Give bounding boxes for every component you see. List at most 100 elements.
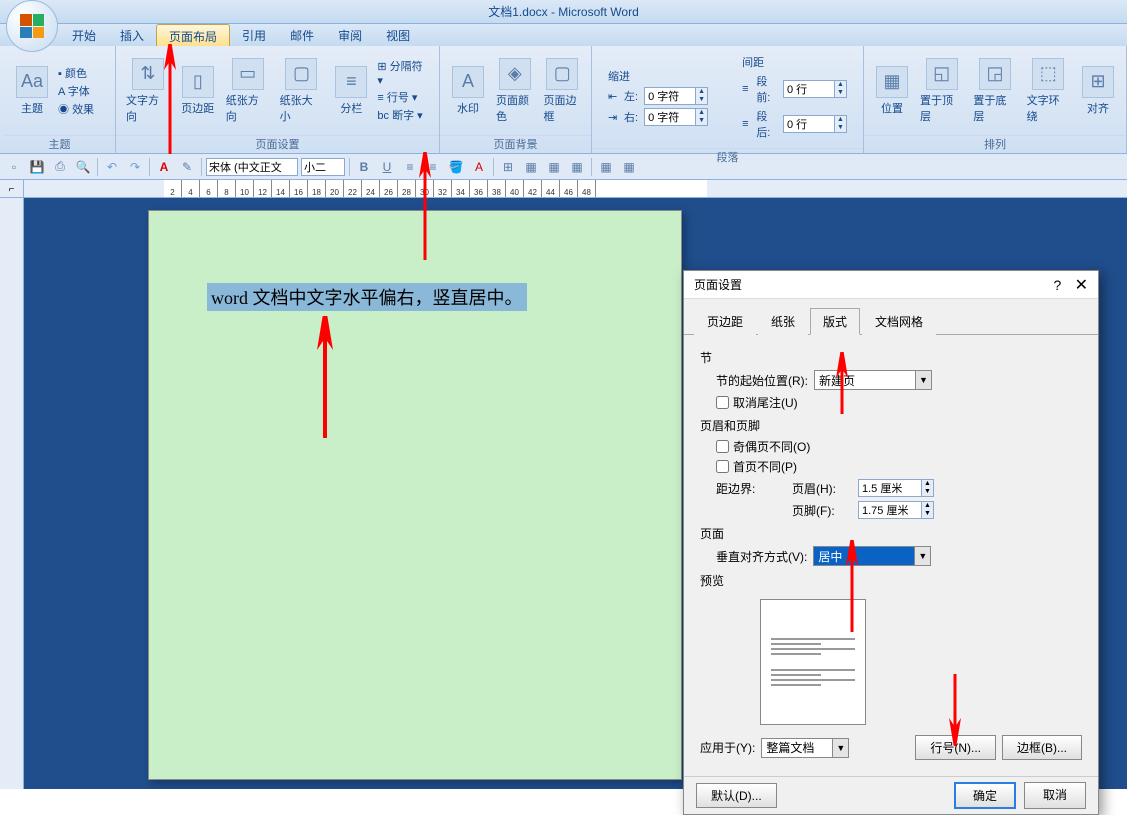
window-title: 文档1.docx - Microsoft Word [488,3,638,20]
tab-layout[interactable]: 版式 [810,308,860,335]
menu-page-layout[interactable]: 页面布局 [156,24,230,46]
ruler-tick: 46 [560,180,578,197]
indent-right-icon: ⇥ [608,111,618,124]
header-spinner[interactable]: ▲▼ [858,479,934,497]
spacing-after-spinner[interactable]: ▲▼ [783,115,847,133]
menu-view[interactable]: 视图 [374,24,422,46]
page-color-button[interactable]: ◈页面颜色 [494,56,536,126]
group-page-bg: 页面背景 [440,135,591,153]
header-label: 页眉(H): [792,480,852,497]
apply-to-combo[interactable]: ▼ [761,738,849,758]
qat-text-color[interactable]: A [469,157,489,177]
theme-fonts[interactable]: A 字体 [58,83,94,99]
qat-save[interactable]: 💾 [27,157,47,177]
page-heading: 页面 [700,525,1082,542]
tab-paper[interactable]: 纸张 [758,308,808,335]
default-button[interactable]: 默认(D)... [696,783,777,808]
size-icon: ▢ [285,58,317,90]
borders-dialog-button[interactable]: 边框(B)... [1002,735,1082,760]
cancel-button[interactable]: 取消 [1024,782,1086,809]
qat-undo[interactable]: ↶ [102,157,122,177]
group-arrange: 排列 [864,135,1126,153]
qat-delete-row[interactable]: ▦ [544,157,564,177]
breaks-button[interactable]: ⊞ 分隔符 ▾ [377,58,431,87]
chevron-down-icon[interactable]: ▼ [832,739,848,757]
tab-grid[interactable]: 文档网格 [862,308,936,335]
columns-button[interactable]: ≡分栏 [331,64,371,118]
text-wrap-button[interactable]: ⬚文字环绕 [1025,56,1072,126]
ruler-tick: 40 [506,180,524,197]
document-page[interactable]: word 文档中文字水平偏右，竖直居中。 [148,210,682,780]
dialog-help-button[interactable]: ? [1053,277,1061,293]
font-size-input[interactable] [301,158,345,176]
qat-font-color[interactable]: A [154,157,174,177]
ruler-tick: 44 [542,180,560,197]
qat-new[interactable]: ▫ [4,157,24,177]
qat-merge[interactable]: ▦ [567,157,587,177]
horizontal-ruler[interactable]: 2468101214161820222426283032343638404244… [164,180,707,197]
section-heading: 节 [700,349,1082,366]
chevron-down-icon[interactable]: ▼ [915,371,931,389]
vertical-ruler[interactable] [0,198,24,789]
theme-effects[interactable]: ◉ 效果 [58,101,94,117]
qat-align-left[interactable]: ≡ [400,157,420,177]
watermark-button[interactable]: A水印 [448,64,488,118]
dialog-close-button[interactable]: ✕ [1075,277,1088,294]
orientation-button[interactable]: ▭纸张方向 [224,56,272,126]
odd-even-checkbox[interactable] [716,440,729,453]
menu-references[interactable]: 引用 [230,24,278,46]
qat-preview[interactable]: 🔍 [73,157,93,177]
watermark-icon: A [452,66,484,98]
qat-redo[interactable]: ↷ [125,157,145,177]
page-borders-button[interactable]: ▢页面边框 [542,56,584,126]
qat-print[interactable]: ⎙ [50,157,70,177]
qat-underline[interactable]: U [377,157,397,177]
spacing-before-icon: ≡ [742,83,750,95]
send-back-button[interactable]: ◲置于底层 [971,56,1018,126]
font-name-input[interactable] [206,158,298,176]
suppress-endnotes-checkbox[interactable] [716,396,729,409]
chevron-down-icon[interactable]: ▼ [914,547,930,565]
qat-bold[interactable]: B [354,157,374,177]
footer-spinner[interactable]: ▲▼ [858,501,934,519]
align-button[interactable]: ⊞对齐 [1078,64,1118,118]
indent-right-spinner[interactable]: ▲▼ [644,108,708,126]
document-text[interactable]: word 文档中文字水平偏右，竖直居中。 [207,283,527,311]
valign-combo[interactable]: ▼ [813,546,931,566]
margins-icon: ▯ [182,66,214,98]
qat-insert-row[interactable]: ▦ [521,157,541,177]
tab-margins[interactable]: 页边距 [694,308,756,335]
line-numbers-button[interactable]: ≡ 行号 ▾ [377,89,431,105]
themes-button[interactable]: Aa 主题 [12,64,52,118]
size-button[interactable]: ▢纸张大小 [278,56,326,126]
qat-fill-color[interactable]: 🪣 [446,157,466,177]
indent-left-icon: ⇤ [608,90,618,103]
ok-button[interactable]: 确定 [954,782,1016,809]
tab-selector[interactable]: ⌐ [0,180,24,198]
ruler-tick: 48 [578,180,596,197]
ruler-tick: 34 [452,180,470,197]
section-start-combo[interactable]: ▼ [814,370,932,390]
text-direction-button[interactable]: ⇅文字方向 [124,56,172,126]
qat-align-center[interactable]: ≡ [423,157,443,177]
align-icon: ⊞ [1082,66,1114,98]
menu-review[interactable]: 审阅 [326,24,374,46]
qat-highlight[interactable]: ✎ [177,157,197,177]
position-button[interactable]: ▦位置 [872,64,912,118]
line-numbers-dialog-button[interactable]: 行号(N)... [915,735,996,760]
menu-insert[interactable]: 插入 [108,24,156,46]
spacing-before-spinner[interactable]: ▲▼ [783,80,847,98]
bring-front-button[interactable]: ◱置于顶层 [918,56,965,126]
menu-mailings[interactable]: 邮件 [278,24,326,46]
apply-to-label: 应用于(Y): [700,739,755,756]
indent-left-spinner[interactable]: ▲▼ [644,87,708,105]
page-color-icon: ◈ [499,58,531,90]
qat-table[interactable]: ⊞ [498,157,518,177]
ruler-tick: 36 [470,180,488,197]
menu-start[interactable]: 开始 [60,24,108,46]
theme-colors[interactable]: ▪ 颜色 [58,65,94,81]
first-page-checkbox[interactable] [716,460,729,473]
office-button[interactable] [6,0,58,52]
margins-button[interactable]: ▯页边距 [178,64,218,118]
hyphenation-button[interactable]: bc 断字 ▾ [377,107,431,123]
